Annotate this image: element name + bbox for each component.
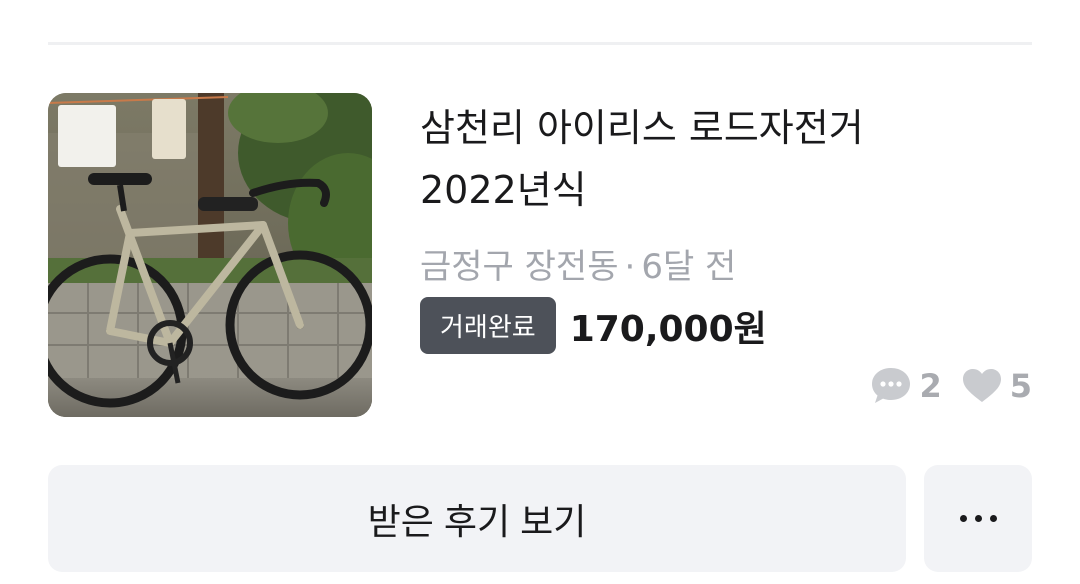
listing-time-ago: 6달 전: [641, 247, 737, 287]
bicycle-photo: [48, 93, 372, 417]
listing-price: 170,000원: [569, 308, 767, 350]
listing-location: 금정구 장전동: [420, 247, 619, 287]
listing-info: 삼천리 아이리스 로드자전거 2022년식 금정구 장전동 · 6달 전 거래완료 …: [420, 93, 1032, 417]
listing-item[interactable]: 삼천리 아이리스 로드자전거 2022년식 금정구 장전동 · 6달 전 거래완료 …: [48, 93, 1032, 417]
more-horizontal-icon: [959, 515, 997, 522]
top-divider: [48, 42, 1032, 45]
chat-bubble-icon: [869, 365, 913, 407]
listing-title[interactable]: 삼천리 아이리스 로드자전거 2022년식: [420, 97, 980, 221]
view-received-reviews-button[interactable]: 받은 후기 보기: [48, 465, 906, 572]
listing-meta: 금정구 장전동 · 6달 전: [420, 239, 736, 288]
like-count: 5: [1009, 367, 1032, 405]
heart-icon: [960, 365, 1004, 407]
more-options-button[interactable]: [924, 465, 1032, 572]
chat-count: 2: [919, 367, 942, 405]
status-price-row: 거래완료 170,000원: [420, 297, 767, 354]
status-badge: 거래완료: [420, 297, 556, 354]
sold-listing-card-page: 삼천리 아이리스 로드자전거 2022년식 금정구 장전동 · 6달 전 거래완료 …: [0, 0, 1080, 584]
listing-thumbnail[interactable]: [48, 93, 372, 417]
listing-stats: 2 5: [869, 363, 1032, 409]
meta-separator: ·: [624, 247, 636, 287]
